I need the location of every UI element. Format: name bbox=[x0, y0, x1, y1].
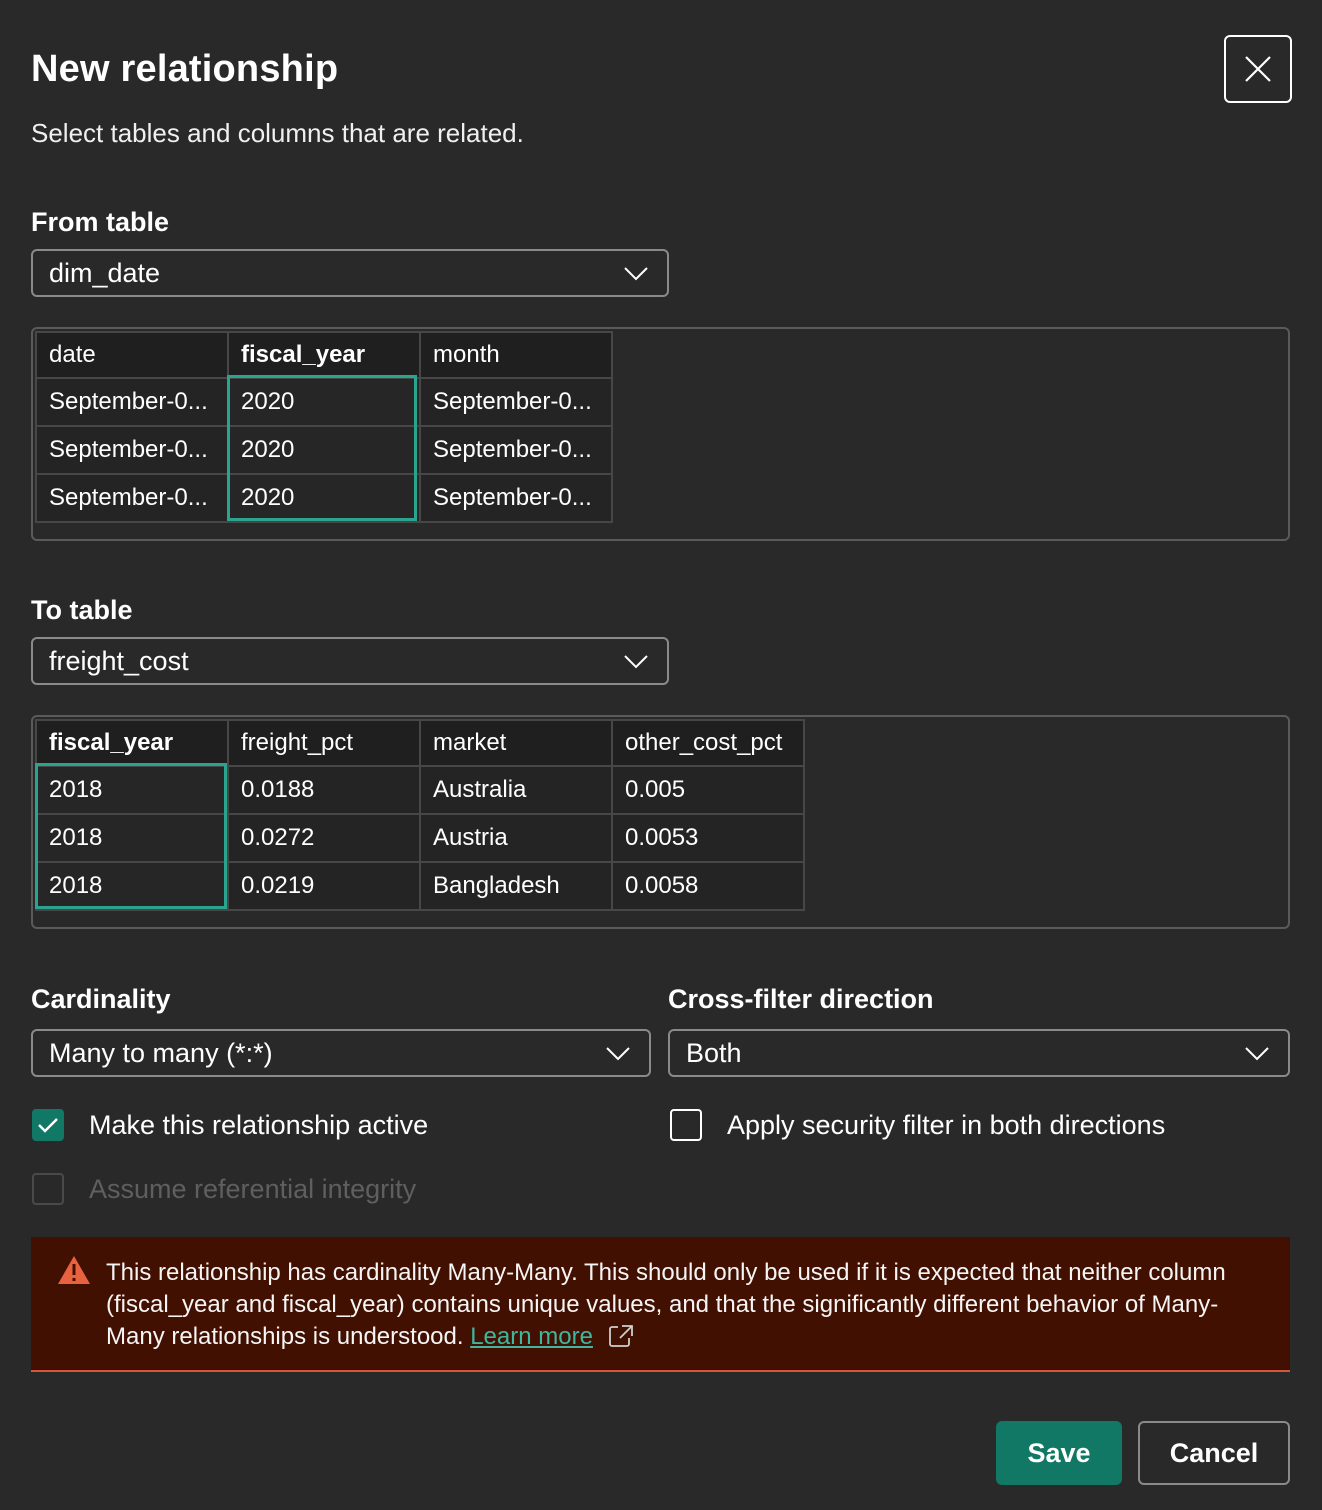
to-table-label: To table bbox=[31, 595, 133, 625]
external-link-icon[interactable] bbox=[608, 1324, 634, 1348]
table-row: September-0... 2020 September-0... bbox=[35, 425, 613, 475]
referential-integrity-checkbox bbox=[32, 1173, 64, 1205]
table-row: 2018 0.0219 Bangladesh 0.0058 bbox=[35, 861, 805, 911]
table-cell[interactable]: September-0... bbox=[35, 473, 229, 523]
to-table-preview-grid: fiscal_year freight_pct market other_cos… bbox=[35, 719, 805, 911]
from-table-label: From table bbox=[31, 207, 170, 237]
security-filter-checkbox[interactable] bbox=[670, 1109, 702, 1141]
table-cell[interactable]: 2018 bbox=[35, 765, 229, 815]
column-header-fiscal-year[interactable]: fiscal_year bbox=[35, 719, 229, 767]
table-cell[interactable]: 2018 bbox=[35, 813, 229, 863]
table-cell[interactable]: Bangladesh bbox=[419, 861, 613, 911]
to-table-value: freight_cost bbox=[49, 645, 189, 676]
chevron-down-icon bbox=[1245, 1047, 1269, 1061]
warning-icon bbox=[58, 1256, 90, 1284]
table-cell[interactable]: September-0... bbox=[419, 473, 613, 523]
make-active-label[interactable]: Make this relationship active bbox=[89, 1110, 428, 1141]
table-cell[interactable]: 0.0053 bbox=[611, 813, 805, 863]
table-row: 2018 0.0272 Austria 0.0053 bbox=[35, 813, 805, 863]
learn-more-link[interactable]: Learn more bbox=[470, 1323, 593, 1350]
column-header-freight-pct[interactable]: freight_pct bbox=[227, 719, 421, 767]
from-table-value: dim_date bbox=[49, 257, 161, 288]
cardinality-dropdown[interactable]: Many to many (*:*) bbox=[31, 1029, 651, 1077]
table-cell[interactable]: September-0... bbox=[35, 377, 229, 427]
warning-banner: This relationship has cardinality Many-M… bbox=[31, 1237, 1290, 1372]
cardinality-value: Many to many (*:*) bbox=[49, 1037, 273, 1068]
table-cell[interactable]: Australia bbox=[419, 765, 613, 815]
table-cell[interactable]: September-0... bbox=[419, 425, 613, 475]
cross-filter-dropdown[interactable]: Both bbox=[668, 1029, 1290, 1077]
warning-message: This relationship has cardinality Many-M… bbox=[106, 1257, 1276, 1353]
cardinality-label: Cardinality bbox=[31, 984, 171, 1014]
dialog-title: New relationship bbox=[31, 48, 339, 90]
cross-filter-value: Both bbox=[686, 1037, 742, 1068]
table-row: September-0... 2020 September-0... bbox=[35, 377, 613, 427]
table-cell[interactable]: 0.0272 bbox=[227, 813, 421, 863]
cross-filter-label: Cross-filter direction bbox=[668, 984, 934, 1014]
save-button[interactable]: Save bbox=[996, 1421, 1122, 1485]
chevron-down-icon bbox=[624, 267, 648, 281]
checkmark-icon bbox=[38, 1118, 58, 1133]
table-cell[interactable]: September-0... bbox=[35, 425, 229, 475]
table-cell[interactable]: 2020 bbox=[227, 473, 421, 523]
referential-integrity-label: Assume referential integrity bbox=[89, 1174, 417, 1204]
column-header-date[interactable]: date bbox=[35, 331, 229, 379]
from-table-preview: date fiscal_year month September-0... 20… bbox=[31, 327, 1290, 541]
security-filter-label[interactable]: Apply security filter in both directions bbox=[727, 1110, 1165, 1141]
table-cell[interactable]: 2020 bbox=[227, 377, 421, 427]
cancel-button[interactable]: Cancel bbox=[1138, 1421, 1290, 1485]
dialog-subtitle: Select tables and columns that are relat… bbox=[31, 118, 524, 148]
table-cell[interactable]: September-0... bbox=[419, 377, 613, 427]
table-cell[interactable]: 2018 bbox=[35, 861, 229, 911]
warning-text: This relationship has cardinality Many-M… bbox=[106, 1259, 1226, 1350]
chevron-down-icon bbox=[606, 1047, 630, 1061]
column-header-market[interactable]: market bbox=[419, 719, 613, 767]
to-table-dropdown[interactable]: freight_cost bbox=[31, 637, 669, 685]
column-header-fiscal-year[interactable]: fiscal_year bbox=[227, 331, 421, 379]
table-cell[interactable]: 0.005 bbox=[611, 765, 805, 815]
table-cell[interactable]: 0.0058 bbox=[611, 861, 805, 911]
table-cell[interactable]: Austria bbox=[419, 813, 613, 863]
table-row: 2018 0.0188 Australia 0.005 bbox=[35, 765, 805, 815]
table-cell[interactable]: 2020 bbox=[227, 425, 421, 475]
make-active-checkbox[interactable] bbox=[32, 1109, 64, 1141]
column-header-other-cost-pct[interactable]: other_cost_pct bbox=[611, 719, 805, 767]
table-cell[interactable]: 0.0219 bbox=[227, 861, 421, 911]
from-table-preview-grid: date fiscal_year month September-0... 20… bbox=[35, 331, 613, 523]
column-header-month[interactable]: month bbox=[419, 331, 613, 379]
table-row: September-0... 2020 September-0... bbox=[35, 473, 613, 523]
close-icon bbox=[1245, 56, 1271, 82]
table-cell[interactable]: 0.0188 bbox=[227, 765, 421, 815]
close-button[interactable] bbox=[1224, 35, 1292, 103]
to-table-preview: fiscal_year freight_pct market other_cos… bbox=[31, 715, 1290, 929]
from-table-dropdown[interactable]: dim_date bbox=[31, 249, 669, 297]
chevron-down-icon bbox=[624, 655, 648, 669]
